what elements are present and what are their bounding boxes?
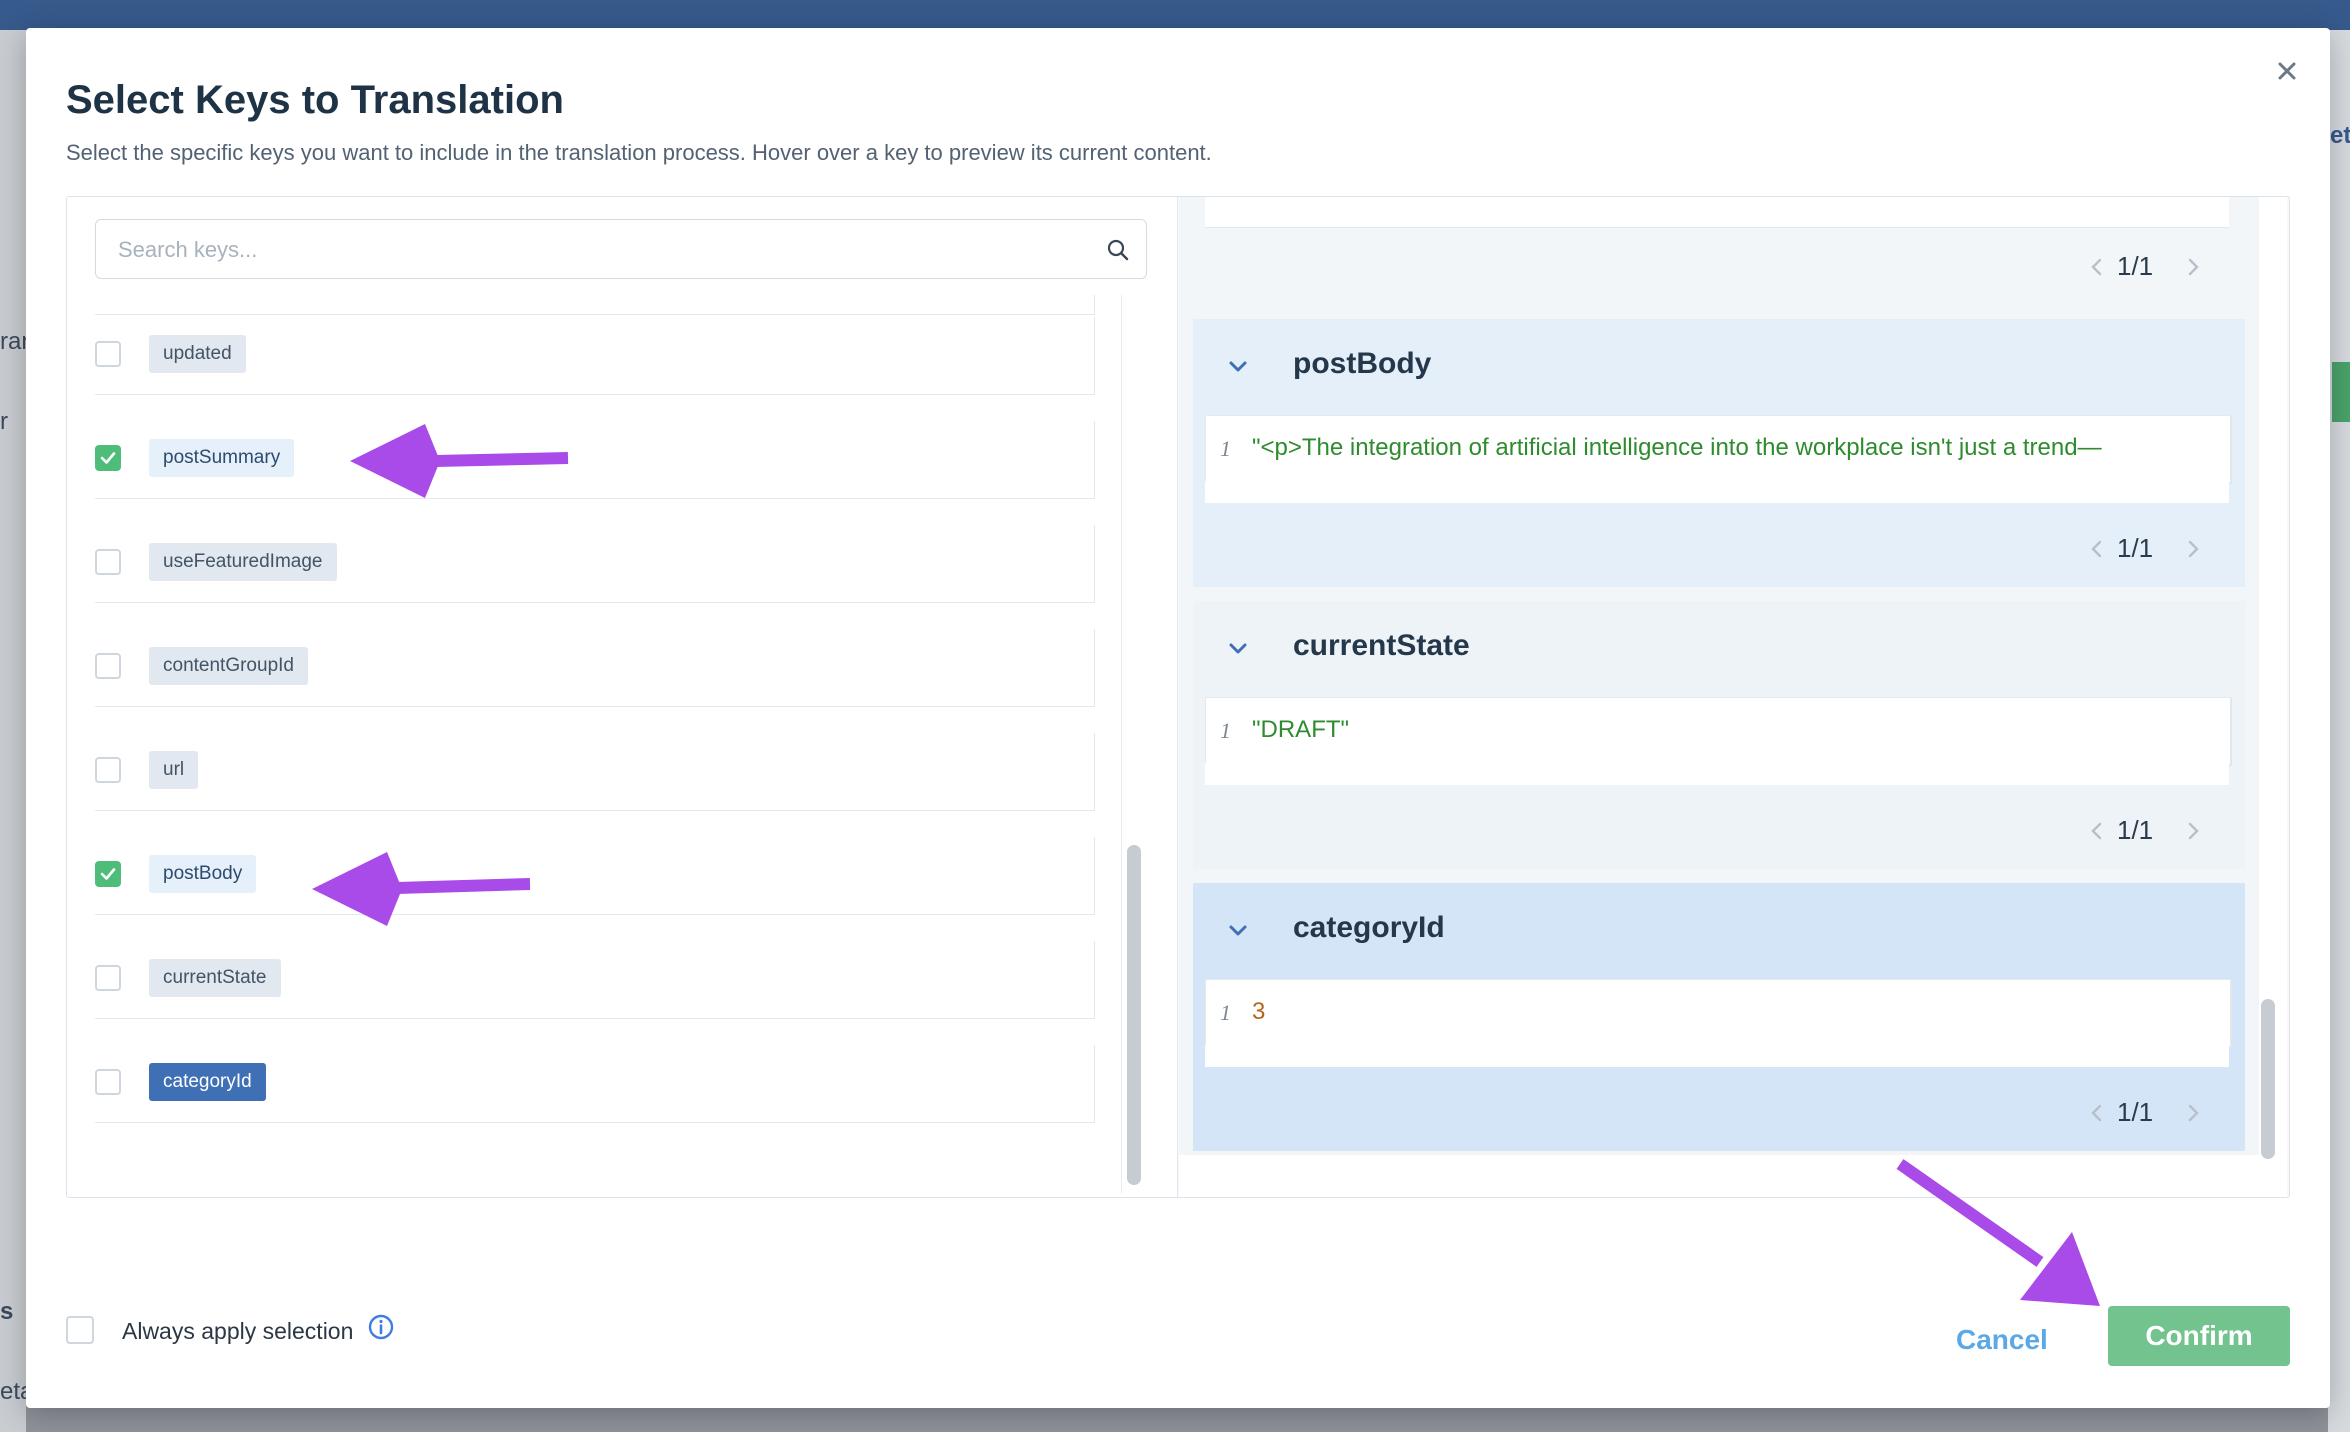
key-list-pane: updated postSummary useFeaturedImage con…	[67, 197, 1177, 1197]
card-title: postBody	[1293, 347, 1432, 380]
key-tag[interactable]: postBody	[149, 855, 257, 893]
preview-pager: 1/1	[2087, 813, 2207, 849]
key-checkbox[interactable]	[95, 549, 121, 575]
check-icon	[100, 868, 116, 880]
code-block-footer	[1205, 1045, 2229, 1067]
card-header[interactable]: postBody	[1193, 319, 2245, 415]
key-tag[interactable]: contentGroupId	[149, 647, 308, 685]
app-top-bar	[0, 0, 2350, 30]
key-tag[interactable]: currentState	[149, 959, 281, 997]
code-block: 1 3	[1205, 979, 2231, 1047]
code-value: 3	[1252, 998, 1266, 1025]
preview-pager: 1/1	[2087, 531, 2207, 567]
key-checkbox[interactable]	[95, 653, 121, 679]
key-checkbox[interactable]	[95, 341, 121, 367]
pager-text: 1/1	[2117, 533, 2154, 563]
always-apply-checkbox[interactable]	[66, 1316, 94, 1344]
pager-text: 1/1	[2117, 1097, 2154, 1127]
card-header[interactable]: currentState	[1193, 601, 2245, 697]
close-button[interactable]	[2272, 56, 2302, 86]
key-row-post-summary[interactable]: postSummary	[95, 421, 1095, 499]
always-apply-label: Always apply selection	[122, 1318, 354, 1344]
confirm-button[interactable]: Confirm	[2108, 1306, 2290, 1366]
list-item	[95, 295, 1095, 315]
key-row-url[interactable]: url	[95, 733, 1095, 811]
chevron-down-icon[interactable]	[1227, 919, 1249, 941]
preview-card-post-body: postBody 1 "<p>The integration of artifi…	[1193, 319, 2245, 587]
key-list-scroll-thumb[interactable]	[1127, 845, 1141, 1185]
chevron-left-icon[interactable]	[2087, 1101, 2107, 1125]
chevron-down-icon[interactable]	[1227, 637, 1249, 659]
preview-card-partial: 1/1	[1193, 197, 2245, 287]
chevron-right-icon[interactable]	[2183, 537, 2203, 561]
key-checkbox[interactable]	[95, 1069, 121, 1095]
search-icon[interactable]	[1106, 238, 1130, 262]
key-tag[interactable]: useFeaturedImage	[149, 543, 337, 581]
key-tag[interactable]: url	[149, 751, 199, 789]
modal-title: Select Keys to Translation	[66, 78, 564, 122]
selection-panel: updated postSummary useFeaturedImage con…	[66, 196, 2290, 1198]
preview-scroll-thumb[interactable]	[2261, 999, 2275, 1159]
chevron-left-icon[interactable]	[2087, 537, 2107, 561]
chevron-right-icon[interactable]	[2183, 1101, 2203, 1125]
pane-divider	[1177, 197, 1178, 1197]
key-row-post-body[interactable]: postBody	[95, 837, 1095, 915]
line-number: 1	[1220, 436, 1231, 461]
chevron-right-icon[interactable]	[2183, 255, 2203, 279]
card-title: categoryId	[1293, 911, 1445, 944]
preview-pager: 1/1	[2087, 249, 2207, 285]
key-list: updated postSummary useFeaturedImage con…	[95, 295, 1117, 1165]
line-number: 1	[1220, 1000, 1231, 1025]
key-row-category-id[interactable]: categoryId	[95, 1045, 1095, 1123]
key-checkbox[interactable]	[95, 861, 121, 887]
search-box	[95, 219, 1147, 280]
key-tag[interactable]: updated	[149, 335, 246, 373]
chevron-left-icon[interactable]	[2087, 255, 2107, 279]
key-tag[interactable]: postSummary	[149, 439, 295, 477]
code-block: 1 "<p>The integration of artificial inte…	[1205, 415, 2231, 483]
key-checkbox[interactable]	[95, 445, 121, 471]
annotation-arrow	[350, 424, 569, 498]
key-row-content-group-id[interactable]: contentGroupId	[95, 629, 1095, 707]
background-text-fragment: s	[0, 1298, 14, 1325]
background-text-fragment: r	[0, 408, 8, 435]
code-block-footer	[1205, 481, 2229, 503]
modal-subtitle: Select the specific keys you want to inc…	[66, 140, 1212, 165]
background-sidebar	[0, 30, 26, 1432]
search-input[interactable]	[116, 220, 1080, 280]
preview-pager: 1/1	[2087, 1095, 2207, 1131]
check-icon	[100, 452, 116, 464]
cancel-button[interactable]: Cancel	[1956, 1324, 2048, 1356]
background-right-area	[2328, 30, 2350, 1432]
preview-card-current-state: currentState 1 "DRAFT" 1/1	[1193, 601, 2245, 869]
card-title: currentState	[1293, 629, 1470, 662]
key-row-updated[interactable]: updated	[95, 317, 1095, 395]
key-checkbox[interactable]	[95, 965, 121, 991]
code-value: "DRAFT"	[1252, 716, 1350, 743]
preview-card-category-id: categoryId 1 3 1/1	[1193, 883, 2245, 1151]
key-row-use-featured-image[interactable]: useFeaturedImage	[95, 525, 1095, 603]
key-row-current-state[interactable]: currentState	[95, 941, 1095, 1019]
chevron-down-icon[interactable]	[1227, 355, 1249, 377]
code-block: 1 "DRAFT"	[1205, 697, 2231, 765]
pager-text: 1/1	[2117, 815, 2154, 845]
line-number: 1	[1220, 718, 1231, 743]
pager-text: 1/1	[2117, 251, 2154, 281]
annotation-arrow	[312, 852, 531, 926]
info-icon[interactable]	[366, 1312, 396, 1342]
chevron-left-icon[interactable]	[2087, 819, 2107, 843]
key-checkbox[interactable]	[95, 757, 121, 783]
code-block-footer	[1205, 763, 2229, 785]
annotation-arrow	[1896, 1159, 2100, 1306]
key-tag[interactable]: categoryId	[149, 1063, 266, 1101]
code-value: "<p>The integration of artificial intell…	[1252, 434, 2102, 461]
card-header[interactable]: categoryId	[1193, 883, 2245, 979]
preview-list: 1/1 postBody 1 "<p>The integration of ar…	[1179, 197, 2259, 1155]
chevron-right-icon[interactable]	[2183, 819, 2203, 843]
background-green-element	[2332, 362, 2350, 422]
preview-pane: 1/1 postBody 1 "<p>The integration of ar…	[1179, 197, 2287, 1197]
close-icon	[2278, 62, 2296, 80]
code-block	[1205, 197, 2229, 228]
background-text-fragment: et	[2330, 122, 2350, 149]
